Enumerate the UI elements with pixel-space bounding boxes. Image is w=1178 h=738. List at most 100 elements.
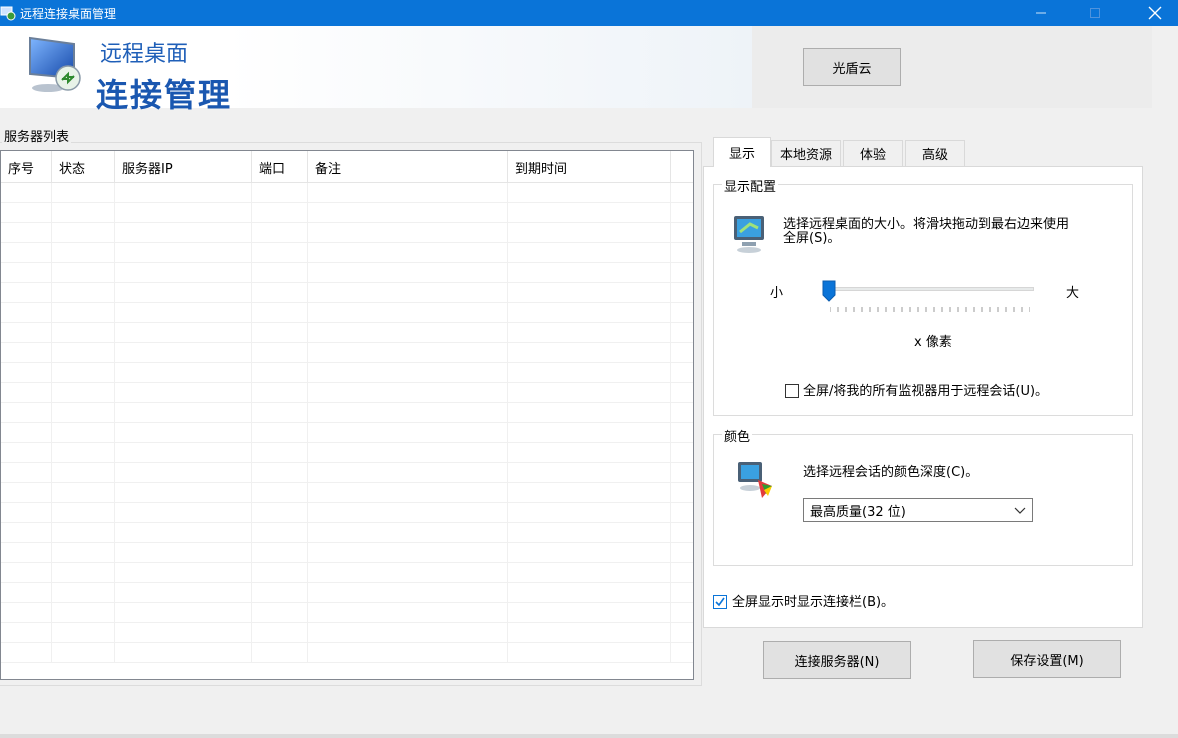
table-cell bbox=[252, 303, 308, 323]
table-row[interactable] bbox=[1, 383, 693, 403]
table-cell bbox=[508, 583, 671, 603]
title-bar: 远程连接桌面管理 bbox=[0, 0, 1178, 26]
table-cell bbox=[308, 543, 508, 563]
table-cell bbox=[115, 623, 252, 643]
table-row[interactable] bbox=[1, 303, 693, 323]
table-cell bbox=[508, 523, 671, 543]
cloud-button[interactable]: 光盾云 bbox=[803, 48, 901, 86]
table-cell bbox=[1, 563, 52, 583]
table-row[interactable] bbox=[1, 483, 693, 503]
table-row[interactable] bbox=[1, 463, 693, 483]
display-description-line2: 全屏(S)。 bbox=[783, 231, 841, 246]
table-cell bbox=[1, 423, 52, 443]
table-cell bbox=[671, 623, 693, 643]
resolution-text: x 像素 bbox=[914, 335, 952, 350]
table-row[interactable] bbox=[1, 363, 693, 383]
table-row[interactable] bbox=[1, 543, 693, 563]
table-cell bbox=[508, 383, 671, 403]
table-cell bbox=[508, 243, 671, 263]
table-cell bbox=[52, 383, 115, 403]
column-header-index[interactable]: 序号 bbox=[1, 151, 52, 183]
table-cell bbox=[671, 523, 693, 543]
table-cell bbox=[508, 363, 671, 383]
table-cell bbox=[115, 263, 252, 283]
connection-bar-label[interactable]: 全屏显示时显示连接栏(B)。 bbox=[732, 596, 894, 609]
tab-experience[interactable]: 体验 bbox=[843, 140, 903, 166]
table-row[interactable] bbox=[1, 443, 693, 463]
minimize-icon[interactable] bbox=[1018, 0, 1064, 26]
table-row[interactable] bbox=[1, 423, 693, 443]
table-cell bbox=[1, 383, 52, 403]
table-cell bbox=[1, 263, 52, 283]
table-cell bbox=[508, 223, 671, 243]
column-header-note[interactable]: 备注 bbox=[308, 151, 508, 183]
table-row[interactable] bbox=[1, 403, 693, 423]
table-cell bbox=[671, 183, 693, 203]
color-depth-select[interactable]: 最高质量(32 位) bbox=[803, 498, 1033, 522]
table-cell bbox=[508, 323, 671, 343]
table-cell bbox=[1, 623, 52, 643]
fullscreen-all-monitors-checkbox[interactable] bbox=[785, 384, 799, 398]
table-row[interactable] bbox=[1, 243, 693, 263]
table-cell bbox=[115, 203, 252, 223]
tab-advanced[interactable]: 高级 bbox=[905, 140, 965, 166]
table-row[interactable] bbox=[1, 563, 693, 583]
table-row[interactable] bbox=[1, 263, 693, 283]
table-cell bbox=[308, 643, 508, 663]
color-depth-value: 最高质量(32 位) bbox=[810, 504, 906, 520]
table-cell bbox=[308, 583, 508, 603]
table-cell bbox=[1, 203, 52, 223]
table-cell bbox=[308, 203, 508, 223]
tab-local-resources[interactable]: 本地资源 bbox=[771, 140, 841, 166]
fullscreen-all-monitors-label[interactable]: 全屏/将我的所有监视器用于远程会话(U)。 bbox=[803, 385, 1048, 398]
resolution-slider-track[interactable] bbox=[826, 287, 1034, 291]
table-cell bbox=[52, 343, 115, 363]
table-cell bbox=[52, 463, 115, 483]
table-cell bbox=[252, 463, 308, 483]
table-row[interactable] bbox=[1, 183, 693, 203]
table-cell bbox=[252, 423, 308, 443]
column-header-port[interactable]: 端口 bbox=[252, 151, 308, 183]
table-cell bbox=[308, 563, 508, 583]
maximize-icon[interactable] bbox=[1072, 0, 1118, 26]
resolution-slider-thumb[interactable] bbox=[822, 280, 836, 302]
table-cell bbox=[252, 183, 308, 203]
table-cell bbox=[508, 303, 671, 323]
table-row[interactable] bbox=[1, 503, 693, 523]
connect-server-button[interactable]: 连接服务器(N) bbox=[763, 641, 911, 679]
table-cell bbox=[52, 403, 115, 423]
table-row[interactable] bbox=[1, 343, 693, 363]
table-cell bbox=[115, 243, 252, 263]
column-header-expiry[interactable]: 到期时间 bbox=[508, 151, 671, 183]
table-cell bbox=[1, 503, 52, 523]
table-cell bbox=[115, 343, 252, 363]
table-cell bbox=[1, 523, 52, 543]
table-cell bbox=[508, 623, 671, 643]
table-row[interactable] bbox=[1, 283, 693, 303]
table-row[interactable] bbox=[1, 623, 693, 643]
server-table[interactable]: 序号 状态 服务器IP 端口 备注 到期时间 bbox=[0, 150, 694, 680]
table-cell bbox=[508, 603, 671, 623]
table-cell bbox=[308, 243, 508, 263]
tab-display[interactable]: 显示 bbox=[713, 137, 771, 167]
close-icon[interactable] bbox=[1132, 0, 1178, 26]
column-header-ip[interactable]: 服务器IP bbox=[115, 151, 252, 183]
table-cell bbox=[115, 463, 252, 483]
column-header-filler bbox=[671, 151, 693, 183]
table-cell bbox=[671, 503, 693, 523]
save-settings-button[interactable]: 保存设置(M) bbox=[973, 640, 1121, 678]
table-cell bbox=[52, 483, 115, 503]
table-row[interactable] bbox=[1, 583, 693, 603]
table-row[interactable] bbox=[1, 203, 693, 223]
column-header-status[interactable]: 状态 bbox=[52, 151, 115, 183]
table-row[interactable] bbox=[1, 643, 693, 663]
table-row[interactable] bbox=[1, 603, 693, 623]
table-row[interactable] bbox=[1, 523, 693, 543]
table-row[interactable] bbox=[1, 223, 693, 243]
table-row[interactable] bbox=[1, 323, 693, 343]
table-cell bbox=[508, 463, 671, 483]
table-cell bbox=[508, 283, 671, 303]
table-cell bbox=[252, 203, 308, 223]
slider-ticks bbox=[829, 302, 1031, 312]
connection-bar-checkbox[interactable] bbox=[713, 595, 727, 609]
